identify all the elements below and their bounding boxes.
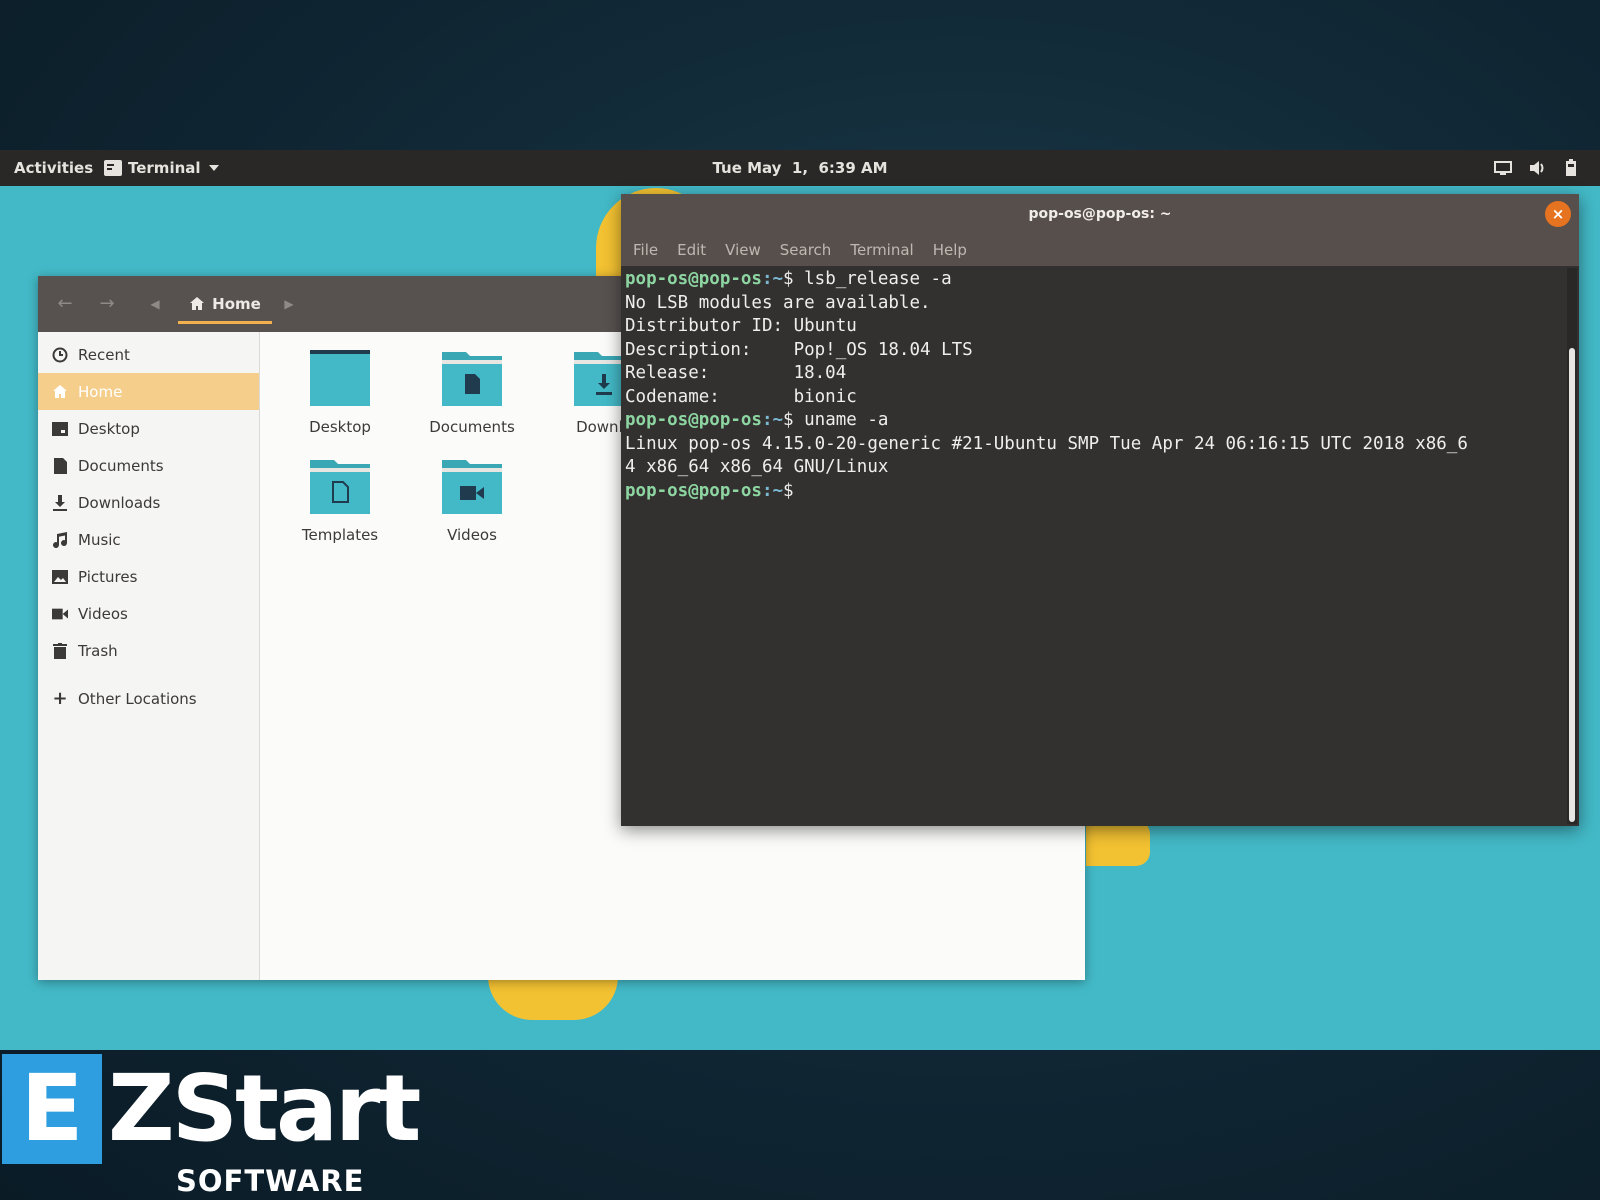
folder-item-templates[interactable]: Templates <box>290 458 390 544</box>
command-text: uname -a <box>793 410 889 430</box>
sidebar-item-label: Documents <box>78 456 164 475</box>
menu-edit[interactable]: Edit <box>677 241 706 259</box>
terminal-output-line: Distributor ID: Ubuntu <box>625 316 857 336</box>
home-icon <box>52 384 68 400</box>
volume-icon[interactable] <box>1528 159 1546 177</box>
prompt-user: pop-os@pop-os <box>625 480 762 501</box>
prompt-path: :~ <box>761 480 784 501</box>
terminal-output[interactable]: pop-os@pop-os:~$ lsb_release -a No LSB mo… <box>621 266 1567 826</box>
download-icon <box>52 494 68 511</box>
folder-videos-icon <box>442 460 502 514</box>
picture-icon <box>52 569 68 585</box>
sidebar-item-label: Trash <box>78 641 118 660</box>
logo-subtitle: SOFTWARE <box>176 1164 365 1198</box>
wallpaper-shape <box>488 976 618 1020</box>
sidebar-item-home[interactable]: Home <box>38 373 259 410</box>
prompt-symbol: $ <box>783 410 794 430</box>
desktop-screen: Activities Terminal Tue May 1, 6:39 AM ←… <box>0 150 1600 1050</box>
desktop-background: Activities Terminal Tue May 1, 6:39 AM ←… <box>0 0 1600 1200</box>
logo-word: ZStart <box>108 1055 421 1162</box>
desktop-icon <box>52 421 68 437</box>
sidebar-item-documents[interactable]: Documents <box>38 447 259 484</box>
menu-file[interactable]: File <box>633 241 658 259</box>
sidebar-item-trash[interactable]: Trash <box>38 632 259 669</box>
video-icon <box>52 606 68 622</box>
folder-label: Documents <box>429 418 515 436</box>
terminal-command-line: pop-os@pop-os:~$ <box>625 480 1563 504</box>
folder-desktop-icon <box>310 350 370 406</box>
trash-icon <box>52 642 68 659</box>
home-icon <box>190 297 205 310</box>
sidebar-item-other-locations[interactable]: + Other Locations <box>38 680 259 717</box>
sidebar-item-label: Other Locations <box>78 689 197 708</box>
display-icon[interactable] <box>1494 159 1512 177</box>
sidebar: Recent Home Desktop Documents Downloads <box>38 332 260 980</box>
sidebar-item-videos[interactable]: Videos <box>38 595 259 632</box>
path-left-icon[interactable]: ◀ <box>144 293 166 315</box>
folder-item-videos[interactable]: Videos <box>422 458 522 544</box>
terminal-output-line: Linux pop-os 4.15.0-20-generic #21-Ubunt… <box>625 433 1468 454</box>
prompt-symbol: $ <box>783 269 794 289</box>
clock-icon <box>52 347 68 363</box>
sidebar-item-label: Downloads <box>78 493 161 512</box>
clock[interactable]: Tue May 1, 6:39 AM <box>0 150 1600 186</box>
ezstart-logo: E ZStart SOFTWARE <box>0 1052 440 1200</box>
system-tray[interactable] <box>1494 150 1580 186</box>
wallpaper-shape <box>1086 820 1150 866</box>
menu-search[interactable]: Search <box>780 241 832 259</box>
sidebar-item-label: Videos <box>78 604 128 623</box>
terminal-window: pop-os@pop-os: ~ × File Edit View Search… <box>621 194 1579 826</box>
folder-documents-icon <box>442 352 502 406</box>
path-right-icon[interactable]: ▶ <box>278 293 300 315</box>
folder-label: Desktop <box>309 418 371 436</box>
prompt-user: pop-os@pop-os <box>625 269 762 289</box>
terminal-command-line: pop-os@pop-os:~$ lsb_release -a <box>625 268 1563 292</box>
terminal-output-line: Description: Pop!_OS 18.04 LTS <box>625 339 973 360</box>
sidebar-item-music[interactable]: Music <box>38 521 259 558</box>
folder-label: Templates <box>301 526 379 544</box>
sidebar-item-downloads[interactable]: Downloads <box>38 484 259 521</box>
terminal-output-line: Release: 18.04 <box>625 363 847 383</box>
menu-terminal[interactable]: Terminal <box>850 241 913 259</box>
sidebar-item-recent[interactable]: Recent <box>38 336 259 373</box>
folder-item-documents[interactable]: Documents <box>422 350 522 436</box>
battery-icon[interactable] <box>1562 159 1580 177</box>
terminal-scrollbar[interactable] <box>1567 268 1577 824</box>
sidebar-item-pictures[interactable]: Pictures <box>38 558 259 595</box>
terminal-command-line: pop-os@pop-os:~$ uname -a <box>625 409 1563 433</box>
sidebar-item-label: Desktop <box>78 419 140 438</box>
terminal-menubar: File Edit View Search Terminal Help <box>621 234 1579 266</box>
document-icon <box>52 457 68 474</box>
terminal-titlebar[interactable]: pop-os@pop-os: ~ <box>621 194 1579 234</box>
terminal-output-line: No LSB modules are available. <box>625 292 931 313</box>
folder-templates-icon <box>310 460 370 514</box>
prompt-path: :~ <box>761 269 784 289</box>
menu-view[interactable]: View <box>725 241 761 259</box>
folder-label: Videos <box>447 526 497 544</box>
terminal-output-line: Codename: bionic <box>625 386 857 407</box>
logo-letter: E <box>2 1054 102 1164</box>
close-button[interactable]: × <box>1545 201 1571 227</box>
forward-arrow-icon[interactable]: → <box>96 293 118 315</box>
prompt-path: :~ <box>761 410 784 430</box>
terminal-title: pop-os@pop-os: ~ <box>1028 206 1172 222</box>
plus-icon: + <box>52 688 68 709</box>
folder-item-desktop[interactable]: Desktop <box>290 350 390 436</box>
menu-help[interactable]: Help <box>933 241 967 259</box>
path-bar-home-button[interactable]: Home <box>178 286 272 324</box>
scrollbar-thumb[interactable] <box>1569 348 1575 822</box>
music-icon <box>52 531 68 548</box>
sidebar-item-label: Home <box>78 382 123 401</box>
sidebar-item-label: Pictures <box>78 567 138 586</box>
top-bar: Activities Terminal Tue May 1, 6:39 AM <box>0 150 1600 186</box>
path-label: Home <box>212 294 261 313</box>
prompt-symbol: $ <box>783 480 794 501</box>
back-arrow-icon[interactable]: ← <box>54 293 76 315</box>
terminal-output-line: 4 x86_64 x86_64 GNU/Linux <box>625 457 889 477</box>
sidebar-item-label: Recent <box>78 345 130 364</box>
prompt-user: pop-os@pop-os <box>625 410 762 430</box>
sidebar-item-desktop[interactable]: Desktop <box>38 410 259 447</box>
command-text: lsb_release -a <box>793 269 952 289</box>
sidebar-item-label: Music <box>78 530 121 549</box>
